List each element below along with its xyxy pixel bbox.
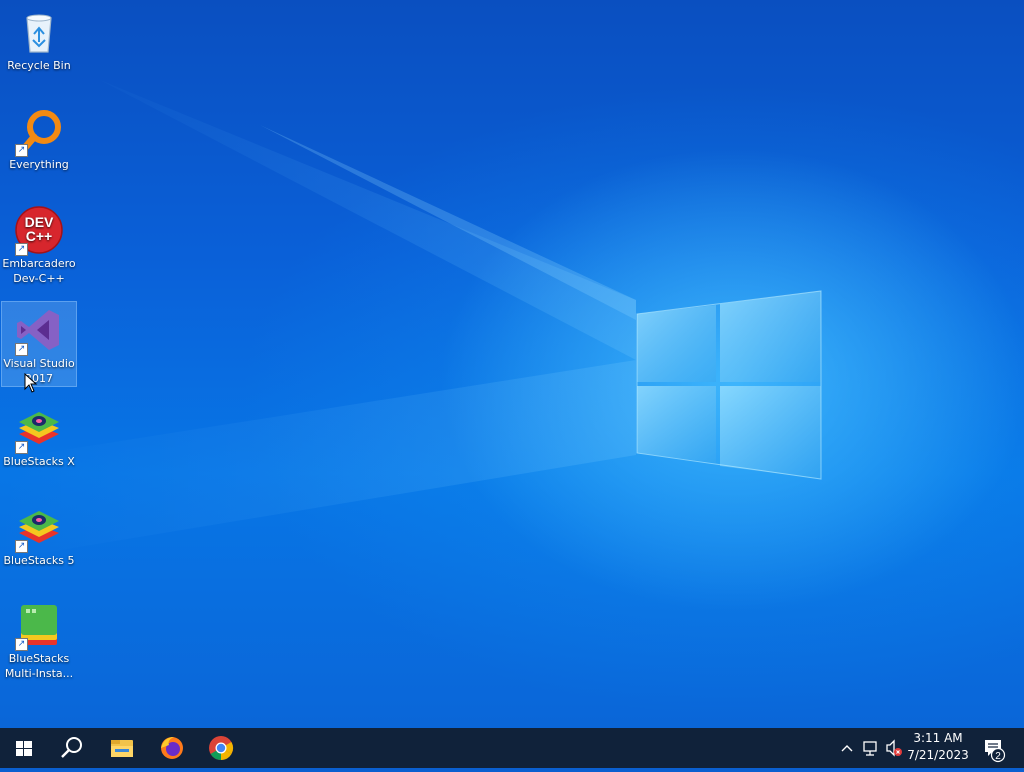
desktop-icon-bluestacks-x[interactable]: ↗ BlueStacks X [2,400,76,469]
notification-icon: 2 [985,740,1006,763]
desktop-icon-label: BlueStacks 5 [3,554,75,567]
desktop-icon-label: BlueStacks X [3,455,75,468]
shortcut-arrow-icon: ↗ [15,243,28,256]
network-button[interactable] [860,728,882,768]
network-icon [863,741,877,756]
desktop-icon-label: BlueStacks Multi-Insta... [4,652,74,680]
start-button[interactable] [0,728,48,768]
shortcut-arrow-icon: ↗ [15,144,28,157]
visual-studio-icon: ↗ [15,306,63,356]
taskbar: 3:11 AM 7/21/2023 2 [0,728,1024,768]
chrome-button[interactable] [197,728,245,768]
everything-search-icon: ↗ [15,107,63,157]
desktop-icon-devcpp[interactable]: DEV C++ ↗ Embarcadero Dev-C++ [2,202,76,286]
recycle-bin-icon [15,8,63,56]
desktop-icon-label: Visual Studio 2017 [3,357,75,385]
clock[interactable]: 3:11 AM 7/21/2023 [902,730,974,766]
shortcut-arrow-icon: ↗ [15,441,28,454]
shortcut-arrow-icon: ↗ [15,638,28,651]
volume-muted-icon [886,739,902,757]
file-explorer-button[interactable] [98,728,146,768]
desktop-icon-label: Recycle Bin [7,59,71,72]
chevron-up-icon [841,745,853,752]
firefox-icon [161,737,183,759]
bluestacks-icon: ↗ [15,404,63,454]
shortcut-arrow-icon: ↗ [15,540,28,553]
desktop-icon-everything[interactable]: ↗ Everything [2,103,76,172]
desktop-icon-recycle-bin[interactable]: Recycle Bin [2,4,76,73]
bluestacks-icon: ↗ [15,503,63,553]
notification-count-badge: 2 [995,751,1001,762]
clock-date: 7/21/2023 [907,748,969,762]
show-hidden-icons-button[interactable] [838,728,856,768]
windows-logo-wallpaper [0,80,822,560]
bluestacks-multi-instance-icon: ↗ [15,601,63,651]
desktop-wallpaper [0,0,1024,728]
file-explorer-icon [111,740,133,757]
desktop-icon-label: Everything [9,158,69,171]
action-center-button[interactable]: 2 [980,728,1010,768]
search-icon [61,737,82,758]
shortcut-arrow-icon: ↗ [15,343,28,356]
desktop-icon-bluestacks-5[interactable]: ↗ BlueStacks 5 [2,499,76,568]
clock-time: 3:11 AM [913,731,963,745]
desktop-icon-bluestacks-multi-instance[interactable]: ↗ BlueStacks Multi-Insta... [2,597,76,681]
firefox-button[interactable] [148,728,196,768]
windows-start-icon [16,741,32,756]
volume-button[interactable] [884,728,904,768]
desktop-icon-label: Embarcadero Dev-C++ [2,257,76,285]
devcpp-icon-text: DEV C++ [25,214,54,244]
chrome-icon [209,736,234,761]
desktop-icon-visual-studio[interactable]: ↗ Visual Studio 2017 [1,301,77,387]
mouse-cursor-icon [24,373,38,393]
search-button[interactable] [48,728,96,768]
devcpp-icon: DEV C++ ↗ [15,206,63,256]
